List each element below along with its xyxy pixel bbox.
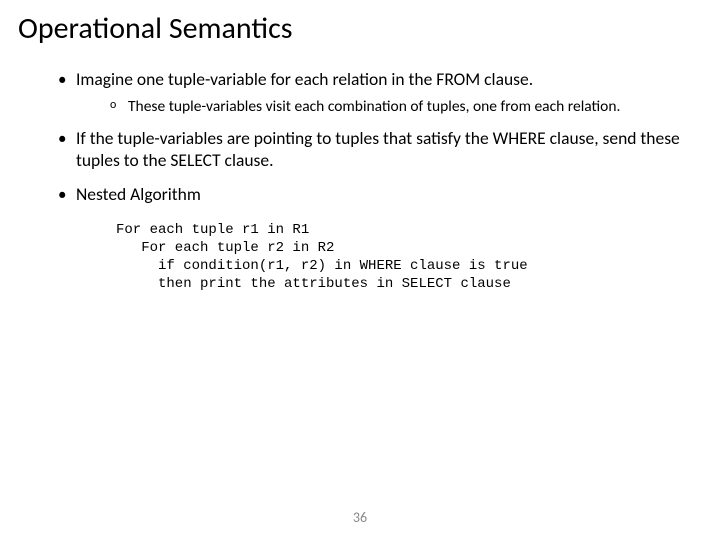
- bullet-item: Imagine one tuple-variable for each rela…: [58, 69, 702, 116]
- sub-bullet-item: These tuple-variables visit each combina…: [110, 97, 702, 116]
- slide-title: Operational Semantics: [18, 10, 702, 47]
- slide: Operational Semantics Imagine one tuple-…: [0, 0, 720, 540]
- bullet-text: Imagine one tuple-variable for each rela…: [76, 68, 533, 90]
- code-block: For each tuple r1 in R1 For each tuple r…: [116, 222, 702, 294]
- sub-bullet-text: These tuple-variables visit each combina…: [128, 97, 620, 116]
- bullet-text: If the tuple-variables are pointing to t…: [76, 127, 680, 171]
- bullet-item: If the tuple-variables are pointing to t…: [58, 128, 702, 172]
- page-number: 36: [0, 509, 720, 526]
- bullet-text: Nested Algorithm: [76, 183, 201, 205]
- slide-content: Imagine one tuple-variable for each rela…: [18, 69, 702, 294]
- bullet-list: Imagine one tuple-variable for each rela…: [58, 69, 702, 206]
- bullet-item: Nested Algorithm: [58, 184, 702, 206]
- sub-bullet-list: These tuple-variables visit each combina…: [76, 97, 702, 116]
